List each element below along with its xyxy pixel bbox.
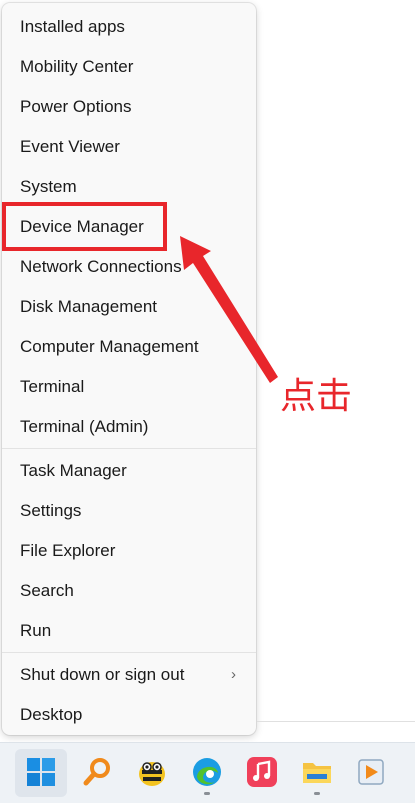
search-magnifier-icon[interactable] — [80, 755, 114, 789]
running-indicator — [314, 792, 320, 795]
windows-start-icon[interactable] — [24, 755, 58, 789]
media-player-icon[interactable] — [354, 755, 388, 789]
running-indicator — [204, 792, 210, 795]
music-app-icon[interactable] — [245, 755, 279, 789]
bee-app-icon[interactable] — [135, 755, 169, 789]
annotation-click-label: 点击 — [280, 376, 353, 417]
taskbar — [0, 742, 415, 803]
edge-browser-icon[interactable] — [190, 755, 224, 795]
annotation-arrow-icon — [180, 236, 278, 383]
file-explorer-icon[interactable] — [300, 755, 334, 795]
